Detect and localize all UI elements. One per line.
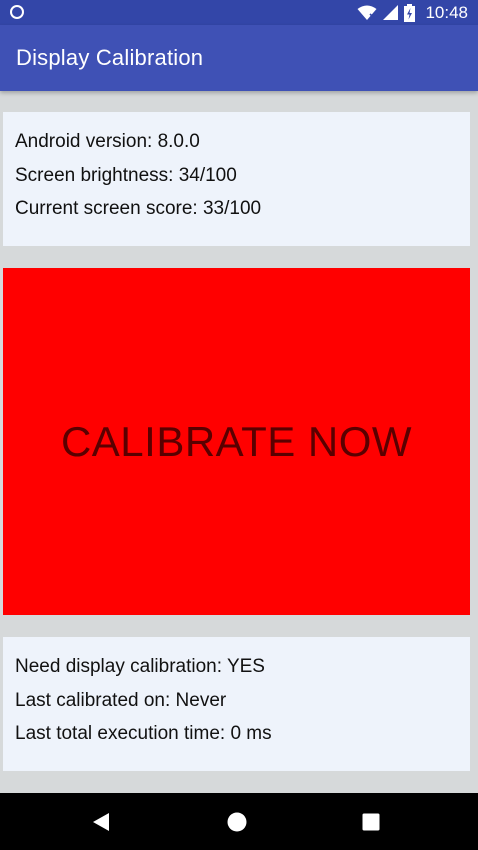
screen-brightness-text: Screen brightness: 34/100 (15, 164, 237, 186)
status-time: 10:48 (425, 2, 468, 22)
cell-signal-icon (383, 5, 399, 20)
calibrate-now-label: CALIBRATE NOW (60, 417, 413, 465)
android-version-text: Android version: 8.0.0 (15, 131, 200, 152)
recents-button[interactable] (341, 793, 401, 850)
status-bar: 10:48 (0, 0, 478, 25)
screen-score-text: Current screen score: 33/100 (15, 198, 262, 219)
need-calibration-text: Need display calibration: YES (15, 656, 265, 677)
app-bar: Display Calibration (0, 25, 478, 91)
app-title: Display Calibration (16, 45, 204, 70)
status-icons: 10:48 (357, 2, 468, 23)
device-info-card: Android version: 8.0.0 Screen brightness… (3, 112, 470, 246)
recents-icon (362, 813, 380, 830)
back-button[interactable] (71, 793, 131, 850)
calibrate-now-button[interactable]: CALIBRATE NOW (3, 268, 470, 615)
last-calibrated-text: Last calibrated on: Never (15, 689, 227, 711)
navigation-bar (0, 793, 478, 850)
back-icon (93, 812, 109, 831)
execution-time-text: Last total execution time: 0 ms (15, 723, 272, 744)
wifi-icon (357, 5, 377, 20)
home-icon (227, 812, 247, 831)
home-button[interactable] (207, 793, 267, 850)
calibration-status-card: Need display calibration: YES Last calib… (3, 637, 470, 771)
notification-icon (10, 5, 24, 19)
battery-icon (404, 3, 416, 22)
